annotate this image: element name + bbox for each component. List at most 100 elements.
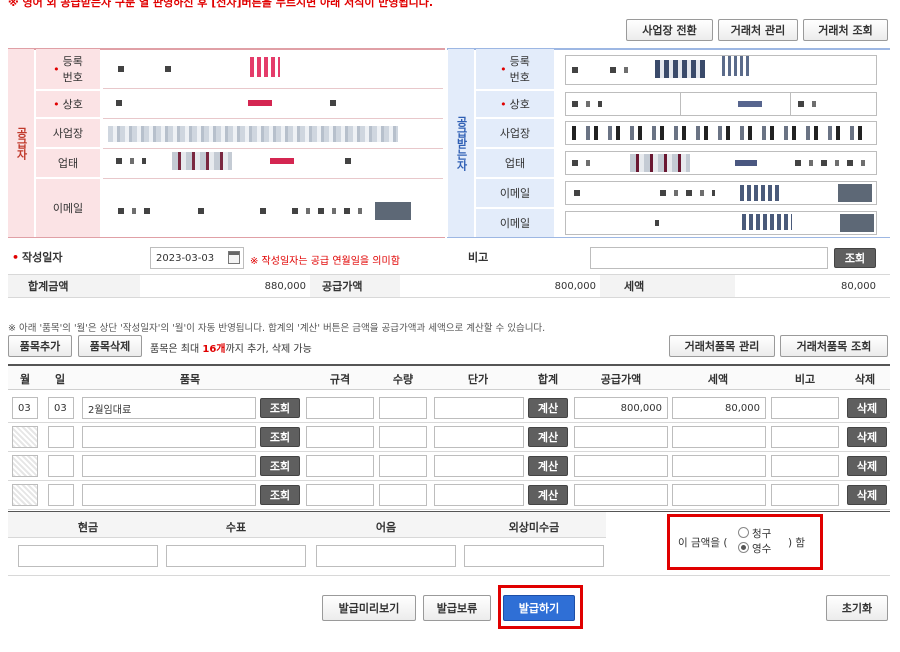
redacted-email [574, 190, 588, 196]
payment-bill-field[interactable] [316, 545, 456, 567]
item-unit-price-field[interactable] [434, 484, 524, 506]
redacted-text [116, 100, 124, 106]
payment-cash-label: 현금 [77, 521, 99, 534]
item-tax-field[interactable]: 80,000 [672, 397, 766, 419]
redacted-email [838, 184, 872, 202]
switch-workplace-button[interactable]: 사업장 전환 [626, 19, 713, 41]
preview-issue-button[interactable]: 발급미리보기 [322, 595, 416, 621]
redacted-email [292, 208, 362, 214]
col-month: 월 [19, 373, 31, 386]
redacted-address [108, 126, 398, 142]
date-note: ※ 작성일자는 공급 연월일을 의미함 [250, 256, 400, 267]
item-delete-button[interactable]: 삭제 [847, 485, 887, 505]
item-name-field[interactable] [82, 455, 256, 477]
reset-button[interactable]: 초기화 [826, 595, 888, 621]
item-tax-field[interactable] [672, 484, 766, 506]
item-name-field[interactable] [82, 426, 256, 448]
redacted-email [198, 208, 210, 214]
col-memo: 비고 [794, 373, 816, 386]
top-notice: ※ 영어 외 공급받는자 구분 열 판영하신 후 [전자]버튼을 누르시면 아래… [8, 0, 434, 9]
redacted-email [118, 208, 158, 214]
item-qty-field[interactable] [379, 455, 427, 477]
item-qty-field[interactable] [379, 397, 427, 419]
memo-field[interactable] [590, 247, 828, 269]
item-calc-button[interactable]: 계산 [528, 456, 568, 476]
col-supply: 공급가액 [600, 373, 642, 386]
item-day-field[interactable] [48, 426, 74, 448]
supply-amount-value: 800,000 [554, 281, 596, 292]
col-delete: 삭제 [854, 373, 876, 386]
redacted-text [330, 100, 344, 106]
receiver-regno-label: • 등록 번호 [476, 49, 554, 89]
payment-cash-field[interactable] [18, 545, 158, 567]
item-delete-button[interactable]: 삭제 [847, 456, 887, 476]
item-search-button[interactable]: 조회 [260, 398, 300, 418]
total-amount-label: 합계금액 [28, 280, 69, 293]
item-search-button[interactable]: 조회 [260, 456, 300, 476]
item-unit-price-field[interactable] [434, 426, 524, 448]
table-row-divider [8, 422, 890, 423]
item-month-field[interactable] [12, 455, 38, 477]
item-tax-field[interactable] [672, 426, 766, 448]
item-supply-field[interactable] [574, 484, 668, 506]
receiver-email1-field[interactable] [565, 181, 877, 205]
calendar-icon[interactable] [228, 251, 240, 264]
item-name-field[interactable] [82, 484, 256, 506]
payment-credit-field[interactable] [464, 545, 604, 567]
redacted-text [722, 56, 752, 76]
item-name-field[interactable]: 2월임대료 [82, 397, 256, 419]
manage-client-button[interactable]: 거래처 관리 [718, 19, 798, 41]
item-qty-field[interactable] [379, 426, 427, 448]
add-item-button[interactable]: 품목추가 [8, 335, 72, 357]
item-spec-field[interactable] [306, 397, 374, 419]
item-delete-button[interactable]: 삭제 [847, 398, 887, 418]
item-month-field[interactable]: 03 [12, 397, 38, 419]
col-spec: 규격 [329, 373, 351, 386]
redacted-email [655, 220, 659, 226]
view-client-button[interactable]: 거래처 조회 [803, 19, 888, 41]
item-delete-button[interactable]: 삭제 [847, 427, 887, 447]
hold-issue-button[interactable]: 발급보류 [423, 595, 491, 621]
receiver-email2-field[interactable] [565, 211, 877, 235]
item-memo-field[interactable] [771, 426, 839, 448]
receiver-company-field[interactable] [565, 92, 877, 116]
item-month-field[interactable] [12, 426, 38, 448]
item-month-field[interactable] [12, 484, 38, 506]
item-calc-button[interactable]: 계산 [528, 485, 568, 505]
highlight-box-amount [667, 514, 823, 570]
item-search-button[interactable]: 조회 [260, 427, 300, 447]
manage-items-button[interactable]: 거래처품목 관리 [669, 335, 775, 357]
redacted-address [572, 126, 862, 140]
redacted-email [740, 185, 780, 201]
view-items-button[interactable]: 거래처품목 조회 [780, 335, 888, 357]
item-day-field[interactable]: 03 [48, 397, 74, 419]
redacted-email [840, 214, 874, 232]
memo-label: 비고 [468, 251, 489, 264]
item-qty-field[interactable] [379, 484, 427, 506]
item-tax-field[interactable] [672, 455, 766, 477]
redacted-text [250, 57, 280, 77]
item-supply-field[interactable] [574, 455, 668, 477]
item-spec-field[interactable] [306, 426, 374, 448]
item-supply-field[interactable]: 800,000 [574, 397, 668, 419]
total-amount-value: 880,000 [264, 281, 306, 292]
item-memo-field[interactable] [771, 455, 839, 477]
item-spec-field[interactable] [306, 484, 374, 506]
item-supply-field[interactable] [574, 426, 668, 448]
memo-search-button[interactable]: 조회 [834, 248, 876, 268]
item-calc-button[interactable]: 계산 [528, 398, 568, 418]
item-memo-field[interactable] [771, 397, 839, 419]
highlight-box-issue [498, 585, 583, 629]
item-day-field[interactable] [48, 484, 74, 506]
item-unit-price-field[interactable] [434, 455, 524, 477]
table-row-divider [8, 451, 890, 452]
delete-item-button[interactable]: 품목삭제 [78, 335, 142, 357]
supplier-company-label: • 상호 [36, 91, 100, 117]
item-search-button[interactable]: 조회 [260, 485, 300, 505]
item-calc-button[interactable]: 계산 [528, 427, 568, 447]
payment-check-field[interactable] [166, 545, 306, 567]
item-spec-field[interactable] [306, 455, 374, 477]
item-day-field[interactable] [48, 455, 74, 477]
item-unit-price-field[interactable] [434, 397, 524, 419]
item-memo-field[interactable] [771, 484, 839, 506]
